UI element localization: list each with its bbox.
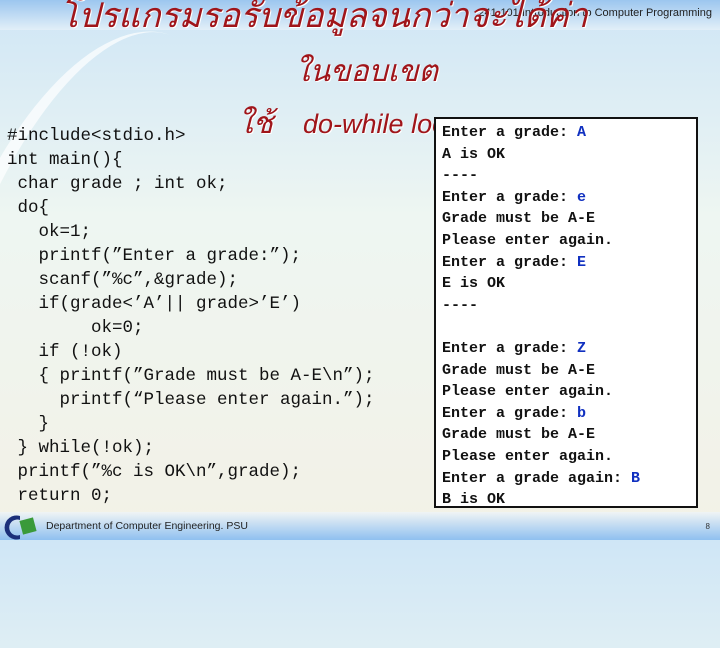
code-line: scanf(”%c”,&grade); bbox=[7, 270, 239, 290]
output-text: Enter a grade: bbox=[442, 253, 578, 271]
footer-bar: Department of Computer Engineering. PSU … bbox=[0, 512, 720, 540]
output-text: A is OK bbox=[442, 145, 506, 163]
output-text: Grade must be A-E bbox=[442, 426, 596, 444]
output-line: Enter a grade: Z bbox=[442, 338, 696, 360]
department-label: Department of Computer Engineering. PSU bbox=[46, 520, 248, 532]
output-text: E is OK bbox=[442, 275, 506, 293]
output-text: Enter a grade: bbox=[442, 188, 578, 206]
page-number: 8 bbox=[705, 522, 710, 531]
output-text: Enter a grade again: bbox=[442, 469, 632, 487]
code-line: char grade ; int ok; bbox=[7, 174, 228, 194]
code-line: ok=1; bbox=[7, 222, 92, 242]
user-input: B bbox=[631, 469, 641, 487]
code-line: printf(”Enter a grade:”); bbox=[7, 246, 302, 266]
output-line: Grade must be A-E bbox=[442, 360, 696, 382]
output-text: Please enter again. bbox=[442, 231, 614, 249]
output-line: Please enter again. bbox=[442, 381, 696, 403]
output-line: B is OK bbox=[442, 489, 696, 508]
output-line: Enter a grade: e bbox=[442, 187, 696, 209]
code-line: #include<stdio.h> bbox=[7, 126, 186, 146]
output-line: Enter a grade: b bbox=[442, 403, 696, 425]
user-input: A bbox=[577, 124, 587, 141]
code-line: printf(“Please enter again.”); bbox=[7, 390, 375, 410]
output-text: Grade must be A-E bbox=[442, 361, 596, 379]
output-line bbox=[442, 316, 696, 338]
output-text: Grade must be A-E bbox=[442, 210, 596, 228]
output-line: Enter a grade again: B bbox=[442, 468, 696, 490]
output-line: A is OK bbox=[442, 144, 696, 166]
code-line: ok=0; bbox=[7, 318, 144, 338]
user-input: Z bbox=[577, 339, 587, 357]
console-output: Enter a grade: AA is OK ---- Enter a grade… bbox=[434, 117, 698, 508]
code-line: { printf(”Grade must be A-E\n”); bbox=[7, 366, 375, 386]
output-text: Please enter again. bbox=[442, 383, 614, 401]
output-text: ---- bbox=[442, 296, 479, 314]
output-text: Enter a grade: bbox=[442, 404, 578, 422]
code-listing: #include<stdio.h> int main(){ char grade … bbox=[7, 124, 375, 508]
output-line: Grade must be A-E bbox=[442, 424, 696, 446]
psu-logo-icon bbox=[4, 515, 37, 540]
user-input: b bbox=[577, 404, 587, 422]
output-text: Please enter again. bbox=[442, 447, 614, 465]
code-line: printf(”%c is OK\n”,grade); bbox=[7, 462, 302, 482]
code-line: } bbox=[7, 414, 50, 434]
output-line: E is OK bbox=[442, 273, 696, 295]
slide-title-line1: โปรแกรมรอรับข้อมูลจนกว่าจะได้ค่า bbox=[60, 0, 588, 36]
code-line: if(grade<’A’|| grade>’E’) bbox=[7, 294, 302, 314]
output-line: Please enter again. bbox=[442, 230, 696, 252]
user-input: e bbox=[577, 188, 587, 206]
output-text: ---- bbox=[442, 167, 479, 185]
output-line: Enter a grade: A bbox=[442, 122, 696, 144]
code-line: return 0; bbox=[7, 486, 113, 506]
user-input: E bbox=[577, 253, 587, 271]
output-line: ---- bbox=[442, 165, 696, 187]
output-line: Please enter again. bbox=[442, 446, 696, 468]
output-text: Enter a grade: bbox=[442, 124, 578, 141]
output-line: Enter a grade: E bbox=[442, 252, 696, 274]
code-line: if (!ok) bbox=[7, 342, 123, 362]
code-line: do{ bbox=[7, 198, 50, 218]
code-line: int main(){ bbox=[7, 150, 123, 170]
output-line: Grade must be A-E bbox=[442, 208, 696, 230]
code-line: } while(!ok); bbox=[7, 438, 155, 458]
slide-title-line2: ในขอบเขต bbox=[295, 54, 438, 89]
output-text: B is OK bbox=[442, 491, 506, 508]
output-text: Enter a grade: bbox=[442, 339, 578, 357]
output-line: ---- bbox=[442, 295, 696, 317]
